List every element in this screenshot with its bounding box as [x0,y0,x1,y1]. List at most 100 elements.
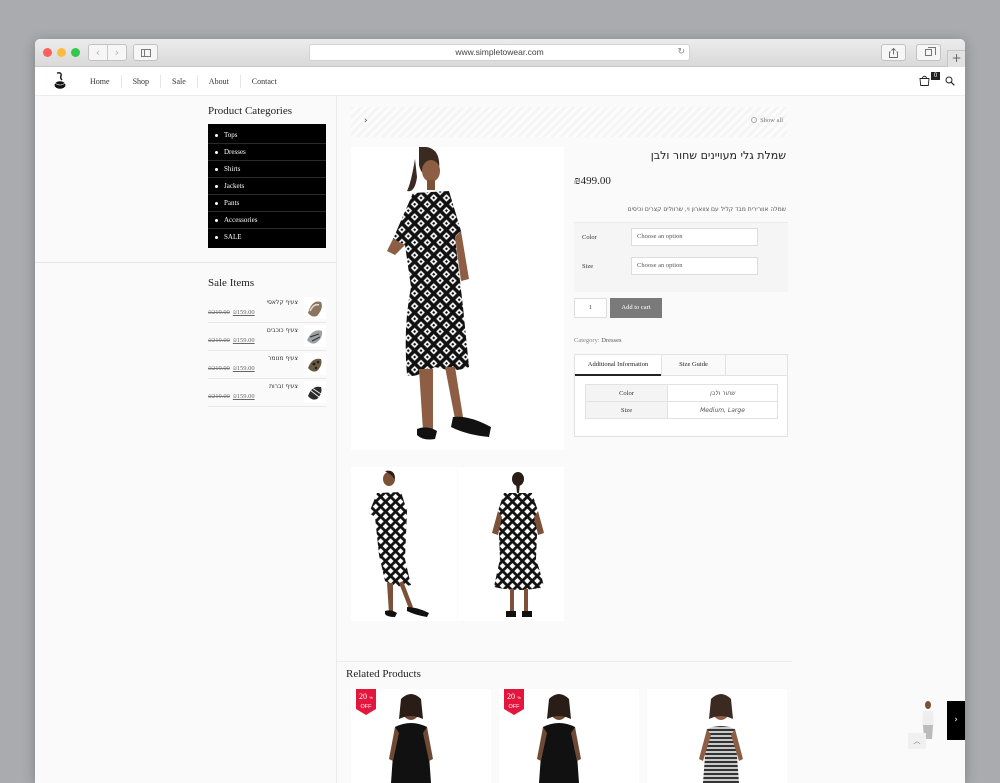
product-info-tabs: Additional Information Size Guide Color … [574,354,788,437]
tab-overview-button[interactable] [916,44,941,61]
sale-item-name[interactable]: צעיף זברות [269,383,298,390]
product-main-image[interactable] [351,147,564,450]
breadcrumb: › Show all [351,107,787,137]
category-item[interactable]: Shirts [208,161,326,178]
size-label: Size [582,263,594,270]
history-buttons: ‹ › [88,44,127,61]
sidebar-toggle-button[interactable] [133,44,158,61]
quantity-input[interactable]: 1 [574,298,607,318]
sale-item[interactable]: צעיף זברות ₪219.00 ₪159.00 [208,380,326,407]
related-divider [337,661,792,662]
category-item[interactable]: SALE [208,229,326,246]
nav-sale[interactable]: Sale [161,75,198,88]
related-product-card[interactable]: 20 % OFF [351,689,491,783]
address-bar[interactable]: www.simpletowear.com ↻ [309,44,690,61]
browser-window: ‹ › www.simpletowear.com ↻ + Home Shop S… [35,39,965,783]
browser-toolbar: ‹ › www.simpletowear.com ↻ + [35,39,965,67]
product-title: שמלת גלי מעויינים שחור ולבן [650,149,786,162]
share-button[interactable] [881,44,906,61]
nav-contact[interactable]: Contact [241,75,288,88]
shopping-bag-icon[interactable] [919,75,930,86]
sale-items-title: Sale Items [208,277,255,289]
size-select[interactable]: Choose an option [631,257,758,275]
minimize-window-button[interactable] [57,48,66,57]
badge-percent: 20 [507,692,515,701]
add-to-cart-button[interactable]: Add to cart [610,298,662,318]
category-link[interactable]: Dresses [601,337,621,344]
sale-item-name[interactable]: צעיף קלאסי [267,299,298,306]
table-row: Color שחור ולבן [585,384,778,402]
next-product-arrow-icon[interactable]: › [947,701,965,740]
attribute-value: שחור ולבן [667,384,778,402]
scarf-thumbnail[interactable] [304,325,326,347]
category-item[interactable]: Jackets [208,178,326,195]
close-window-button[interactable] [43,48,52,57]
back-to-top-icon[interactable]: ︿ [908,733,926,749]
badge-off: OFF [361,704,373,710]
category-label: Category: [574,337,600,344]
sale-item-name[interactable]: צעיף כוכבים [267,327,298,334]
discount-badge: 20 % OFF [356,689,376,715]
share-icon [889,47,898,58]
tab-bar: Additional Information Size Guide [575,355,787,376]
category-item[interactable]: Tops [208,127,326,144]
tabs-icon [925,47,936,56]
sidebar: Product Categories Tops Dresses Shirts J… [35,96,337,783]
category-item[interactable]: Accessories [208,212,326,229]
product-categories-title: Product Categories [208,105,293,117]
attribute-key: Color [585,384,668,402]
sidebar-divider [35,262,337,263]
related-product-image[interactable] [647,689,787,783]
product-category: Category: Dresses [574,337,621,344]
badge-off: OFF [509,704,521,710]
scarf-thumbnail[interactable] [304,381,326,403]
scarf-thumbnail[interactable] [304,297,326,319]
maximize-window-button[interactable] [71,48,80,57]
badge-percent: 20 [359,692,367,701]
scarf-thumbnail[interactable] [304,353,326,375]
breadcrumb-arrow-icon[interactable]: › [364,116,368,126]
sale-item[interactable]: צעיף מנומר ₪219.00 ₪159.00 [208,352,326,379]
nav-home[interactable]: Home [79,75,122,88]
reload-icon[interactable]: ↻ [677,45,685,60]
variation-options: Color Choose an option Size Choose an op… [574,222,788,292]
product-thumbnail-back[interactable] [458,467,564,621]
category-list: Tops Dresses Shirts Jackets Pants Access… [208,124,326,248]
category-item[interactable]: Pants [208,195,326,212]
product-price: ₪499.00 [574,175,611,187]
brand-logo[interactable] [53,72,67,90]
new-tab-button[interactable]: + [947,50,965,67]
search-icon[interactable] [945,76,955,86]
related-product-card[interactable] [647,689,787,783]
discount-badge: 20 % OFF [504,689,524,715]
nav-shop[interactable]: Shop [122,75,162,88]
badge-unit: % [369,695,373,700]
category-item[interactable]: Dresses [208,144,326,161]
sale-item-name[interactable]: צעיף מנומר [268,355,298,362]
chevron-right-icon[interactable]: › [108,45,126,60]
badge-unit: % [517,695,521,700]
table-row: Size Medium, Large [585,401,778,419]
tab-additional-information[interactable]: Additional Information [575,355,661,376]
product-thumbnail-front[interactable] [351,467,457,621]
sale-item-price: ₪219.00 ₪159.00 [208,393,255,400]
circle-icon [751,117,758,123]
show-all-link[interactable]: Show all [751,117,783,124]
sale-item-price: ₪219.00 ₪159.00 [208,337,255,344]
sidebar-icon [141,49,151,57]
tab-size-guide[interactable]: Size Guide [661,355,726,376]
sale-item[interactable]: צעיף כוכבים ₪219.00 ₪159.00 [208,324,326,351]
attribute-key: Size [585,401,668,419]
chevron-left-icon[interactable]: ‹ [89,45,108,60]
sale-item-price: ₪219.00 ₪159.00 [208,309,255,316]
sale-item-price: ₪219.00 ₪159.00 [208,365,255,372]
url-text: www.simpletowear.com [455,47,544,57]
attribute-value: Medium, Large [667,401,778,419]
sale-item[interactable]: צעיף קלאסי ₪219.00 ₪159.00 [208,296,326,323]
site-header: Home Shop Sale About Contact 0 [35,67,965,96]
color-select[interactable]: Choose an option [631,228,758,246]
related-product-card[interactable]: 20 % OFF [499,689,639,783]
color-label: Color [582,234,597,241]
nav-about[interactable]: About [198,75,241,88]
related-products-title: Related Products [346,668,421,680]
